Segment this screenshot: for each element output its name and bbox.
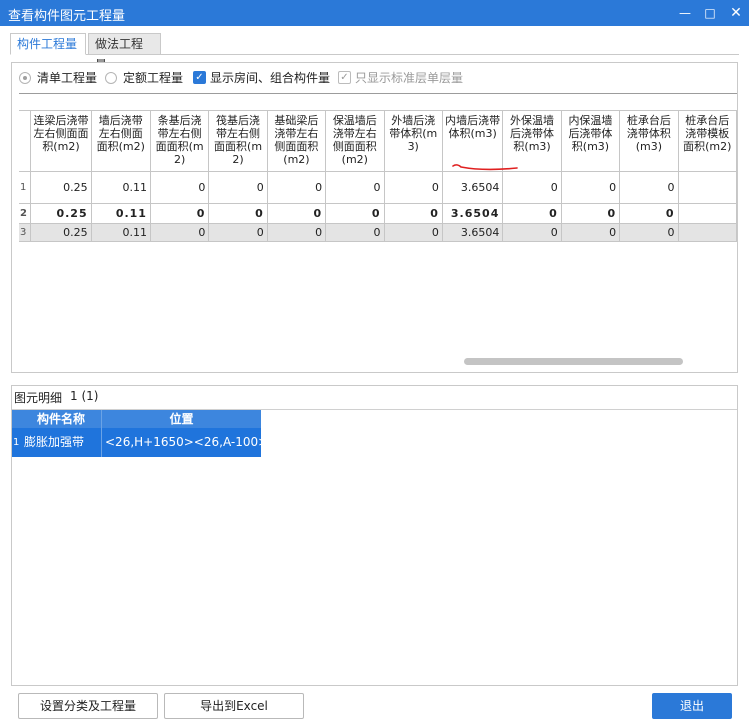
table-cell[interactable]: 0	[208, 223, 268, 242]
table-cell[interactable]: 0	[208, 203, 268, 224]
table-cell[interactable]: 0	[266, 223, 327, 242]
table-cell[interactable]: 0	[502, 203, 562, 224]
exit-button[interactable]: 退出	[652, 693, 732, 719]
column-header[interactable]: 墙后浇带左右侧面面积(m2)	[90, 110, 151, 172]
table-cell[interactable]: 0	[325, 203, 385, 224]
table-cell[interactable]: 0.11	[90, 171, 151, 204]
detail-row-number: 1	[12, 428, 21, 457]
column-header[interactable]: 保温墙后浇带左右侧面面积(m2)	[325, 110, 385, 172]
table-cell[interactable]	[677, 171, 737, 204]
table-row-total[interactable]: 3 0.25 0.11 0 0 0 0 0 3.6504 0 0 0	[19, 223, 737, 242]
quantity-table: 连梁后浇带左右侧面面积(m2) 墙后浇带左右侧面面积(m2) 条基后浇带左右侧面…	[19, 110, 737, 242]
column-header[interactable]: 内保温墙后浇带体积(m3)	[560, 110, 621, 172]
tab-divider	[10, 54, 739, 55]
table-cell[interactable]: 0.25	[30, 223, 92, 242]
table-cell[interactable]: 0	[502, 171, 562, 204]
table-cell[interactable]: 0	[502, 223, 562, 242]
table-cell[interactable]: 0	[208, 171, 268, 204]
table-cell[interactable]: 0	[266, 171, 327, 204]
table-cell[interactable]: 0	[325, 171, 385, 204]
detail-cell-position[interactable]: <26,H+1650><26,A-100>	[101, 428, 268, 457]
radio-icon	[105, 71, 117, 84]
title-bar: 查看构件图元工程量 — □ ✕	[0, 0, 749, 26]
row-number: 3	[19, 223, 32, 242]
column-header[interactable]: 筏基后浇带左右侧面面积(m2)	[208, 110, 268, 172]
column-header[interactable]: 条基后浇带左右侧面面积(m2)	[149, 110, 210, 172]
table-cell[interactable]: 0.25	[30, 203, 92, 224]
table-row-subtotal[interactable]: 2 0.25 0.11 0 0 0 0 0 3.6504 0 0 0	[19, 203, 737, 224]
detail-grid[interactable]: 构件名称 位置 1 膨胀加强带 <26,H+1650><26,A-100>	[12, 409, 737, 685]
checkbox-disabled-icon: ✓	[338, 71, 351, 84]
quantity-grid[interactable]: 连梁后浇带左右侧面面积(m2) 墙后浇带左右侧面面积(m2) 条基后浇带左右侧面…	[19, 93, 737, 369]
row-number-header	[19, 110, 32, 172]
radio-list-quantity[interactable]: 清单工程量	[19, 69, 97, 86]
table-header-row: 连梁后浇带左右侧面面积(m2) 墙后浇带左右侧面面积(m2) 条基后浇带左右侧面…	[19, 110, 737, 172]
options-bar: 清单工程量 定额工程量 ✓ 显示房间、组合构件量 ✓ 只显示标准层单层量	[12, 63, 737, 89]
tab-method-quantity[interactable]: 做法工程量	[88, 33, 161, 72]
detail-column-header-position[interactable]: 位置	[101, 410, 261, 428]
row-number: 1	[19, 171, 32, 204]
radio-quota-label: 定额工程量	[123, 71, 184, 85]
table-cell[interactable]: 0	[266, 203, 327, 224]
set-category-button[interactable]: 设置分类及工程量	[18, 693, 158, 719]
red-underline-annotation	[452, 164, 518, 171]
radio-icon	[19, 71, 31, 84]
element-detail-panel: 图元明细 1 (1) 构件名称 位置 1 膨胀加强带 <26,H+1650><2…	[11, 385, 738, 686]
table-cell[interactable]: 0	[149, 223, 210, 242]
column-header[interactable]: 基础梁后浇带左右侧面面积(m2)	[266, 110, 327, 172]
table-cell[interactable]: 0	[149, 203, 210, 224]
table-cell[interactable]: 0	[560, 171, 621, 204]
table-cell[interactable]	[677, 203, 737, 224]
table-cell[interactable]: 3.6504	[441, 171, 504, 204]
table-cell[interactable]: 0	[560, 223, 621, 242]
table-cell[interactable]: 0	[619, 223, 679, 242]
table-cell[interactable]: 0	[325, 223, 385, 242]
checkbox-show-rooms[interactable]: ✓ 显示房间、组合构件量	[193, 69, 330, 86]
horizontal-scrollbar[interactable]	[464, 358, 683, 365]
column-header[interactable]: 桩承台后浇带体积(m3)	[619, 110, 679, 172]
detail-column-header-name[interactable]: 构件名称	[21, 410, 101, 428]
table-cell[interactable]: 0	[149, 171, 210, 204]
checkbox-standard-floor: ✓ 只显示标准层单层量	[338, 69, 463, 86]
radio-quota-quantity[interactable]: 定额工程量	[105, 69, 183, 86]
checkbox-checked-icon: ✓	[193, 71, 206, 84]
detail-label: 图元明细	[14, 391, 63, 405]
table-cell[interactable]	[677, 223, 737, 242]
table-cell[interactable]: 0	[383, 171, 443, 204]
minimize-icon[interactable]: —	[671, 0, 699, 26]
column-header[interactable]: 连梁后浇带左右侧面面积(m2)	[30, 110, 92, 172]
tab-component-quantity[interactable]: 构件工程量	[10, 33, 86, 55]
row-number: 2	[19, 203, 32, 224]
table-cell[interactable]: 0	[383, 223, 443, 242]
table-cell[interactable]: 0.25	[30, 171, 92, 204]
radio-list-label: 清单工程量	[37, 71, 98, 85]
export-excel-button[interactable]: 导出到Excel	[164, 693, 304, 719]
table-cell[interactable]: 3.6504	[441, 223, 504, 242]
table-cell[interactable]: 0	[560, 203, 621, 224]
table-cell[interactable]: 0	[383, 203, 443, 224]
table-cell[interactable]: 0.11	[90, 203, 151, 224]
checkbox-show-rooms-label: 显示房间、组合构件量	[210, 71, 331, 85]
detail-cell-name[interactable]: 膨胀加强带	[21, 428, 101, 457]
table-cell[interactable]: 3.6504	[441, 203, 504, 224]
maximize-icon[interactable]: □	[696, 0, 724, 26]
table-cell[interactable]: 0.11	[90, 223, 151, 242]
detail-count: 1 (1)	[70, 389, 99, 403]
table-cell[interactable]: 0	[619, 171, 679, 204]
table-row[interactable]: 1 0.25 0.11 0 0 0 0 0 3.6504 0 0 0	[19, 171, 737, 204]
window-title: 查看构件图元工程量	[8, 9, 126, 24]
close-icon[interactable]: ✕	[722, 0, 749, 26]
column-header[interactable]: 桩承台后浇带模板面积(m2)	[677, 110, 737, 172]
table-cell[interactable]: 0	[619, 203, 679, 224]
quantity-panel: 清单工程量 定额工程量 ✓ 显示房间、组合构件量 ✓ 只显示标准层单层量 连梁后…	[11, 62, 738, 373]
checkbox-standard-floor-label: 只显示标准层单层量	[355, 71, 464, 85]
detail-row-number-header	[12, 410, 21, 428]
column-header[interactable]: 外墙后浇带体积(m3)	[383, 110, 443, 172]
